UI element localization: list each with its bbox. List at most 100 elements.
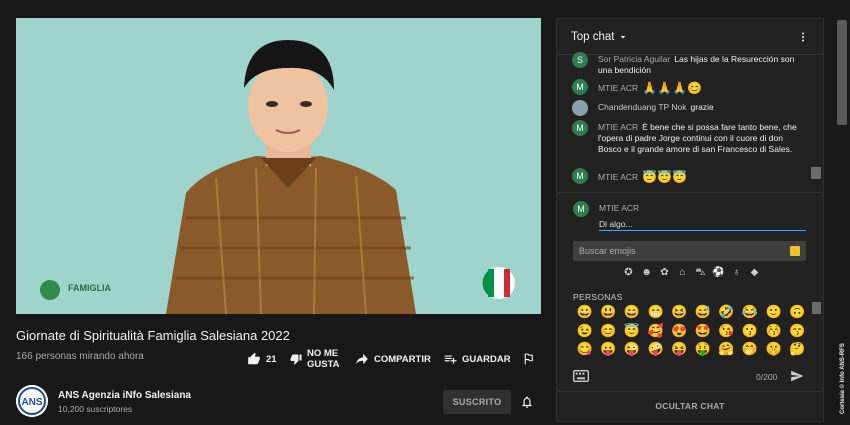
chat-text: 🙏🙏🙏😊 [642, 80, 702, 95]
bell-icon [522, 396, 532, 408]
emoji-option[interactable]: 😀 [573, 303, 597, 322]
chat-message: S Sor Patricia Aguilar Las hijas de la Re… [572, 52, 802, 76]
emoji-option[interactable]: 🙂 [762, 303, 786, 322]
video-logo-text: FAMIGLIA [68, 283, 111, 293]
dislike-button[interactable]: NO ME GUSTA [290, 348, 347, 370]
category-activities-icon[interactable]: ⚽ [712, 267, 725, 280]
more-options-icon[interactable] [797, 30, 809, 44]
emoji-option[interactable]: 😆 [667, 303, 691, 322]
chat-message: M MTIE ACR 😇😇😇 [572, 168, 802, 184]
emoji-option[interactable]: 🤪 [644, 340, 668, 359]
emoji-option[interactable]: 😜 [620, 340, 644, 359]
character-counter: 0/200 [756, 372, 778, 382]
subscribe-button[interactable]: SUSCRITO [443, 390, 511, 414]
compose-avatar: M [573, 201, 589, 217]
emoji-option[interactable]: 😛 [597, 340, 621, 359]
emoji-category-tabs: ✪ ☻ ✿ ⌂ ⛍ ⚽ ♁ ◆ [622, 267, 761, 280]
chat-author[interactable]: Chandenduang TP Nok [598, 102, 687, 112]
dislike-label: NO ME GUSTA [307, 348, 340, 370]
compose-author: MTIE ACR [599, 203, 640, 213]
thumbs-up-icon [248, 352, 260, 365]
emoji-option[interactable]: 😄 [620, 303, 644, 322]
emoji-option[interactable]: 😁 [644, 303, 668, 322]
share-label: COMPARTIR [374, 353, 431, 365]
category-objects-icon[interactable]: ♁ [730, 267, 743, 280]
flag-icon [524, 353, 533, 365]
image-credit: Cortesía © Info ANS-RFS [840, 343, 846, 414]
emoji-picker-icon[interactable] [790, 246, 800, 256]
chat-author[interactable]: MTIE ACR [598, 83, 638, 94]
emoji-option[interactable]: 🙃 [785, 303, 809, 322]
emoji-option[interactable]: 🤑 [691, 340, 715, 359]
channel-avatar[interactable]: ANS [16, 385, 48, 417]
chat-avatar: M [572, 168, 588, 184]
chat-author[interactable]: MTIE ACR [598, 122, 638, 132]
chat-message: M MTIE ACR È bene che si possa fare tanto… [572, 120, 802, 155]
emoji-option[interactable]: 😂 [738, 303, 762, 322]
emoji-option[interactable]: 🤩 [691, 322, 715, 341]
category-food-icon[interactable]: ⌂ [676, 267, 689, 280]
video-player[interactable]: FAMIGLIA [16, 18, 541, 314]
emoji-option[interactable]: 😇 [620, 322, 644, 341]
emoji-option[interactable]: 😝 [667, 340, 691, 359]
save-button[interactable]: GUARDAR [443, 352, 511, 366]
emoji-option[interactable]: 🤔 [785, 340, 809, 359]
emoji-category-label: PERSONAS [573, 292, 623, 302]
send-icon[interactable] [790, 369, 804, 383]
playlist-add-icon [444, 355, 457, 364]
emoji-option[interactable]: 😋 [573, 340, 597, 359]
category-people-icon[interactable]: ☻ [640, 267, 653, 280]
share-button[interactable]: COMPARTIR [355, 352, 431, 366]
emoji-option[interactable]: 😙 [785, 322, 809, 341]
emoji-option[interactable]: 🤫 [762, 340, 786, 359]
emoji-search-placeholder: Buscar emojis [579, 246, 636, 256]
chat-message: Chandenduang TP Nok grazie [572, 100, 802, 116]
hide-chat-button[interactable]: OCULTAR CHAT [557, 391, 823, 419]
chat-author[interactable]: MTIE ACR [598, 172, 638, 183]
emoji-option[interactable]: 😍 [667, 322, 691, 341]
chat-avatar: S [572, 52, 588, 68]
save-label: GUARDAR [462, 353, 511, 365]
chat-text: 😇😇😇 [642, 169, 687, 184]
category-symbols-icon[interactable]: ◆ [748, 267, 761, 280]
viewer-count: 166 personas mirando ahora [16, 351, 144, 362]
chat-avatar [572, 100, 588, 116]
chat-compose: M MTIE ACR [557, 192, 823, 242]
emoji-option[interactable]: 😗 [738, 322, 762, 341]
emoji-search-input[interactable]: Buscar emojis [573, 241, 806, 261]
notification-bell-button[interactable] [520, 394, 534, 415]
chat-avatar: M [572, 79, 588, 95]
category-nature-icon[interactable]: ✿ [658, 267, 671, 280]
emoji-option[interactable]: 😉 [573, 322, 597, 341]
page-scrollbar-thumb[interactable] [837, 20, 847, 125]
emoji-option[interactable]: 😚 [762, 322, 786, 341]
chevron-down-icon[interactable] [618, 32, 628, 42]
channel-avatar-text: ANS [21, 397, 42, 408]
chat-message-input[interactable] [599, 217, 806, 231]
category-recent-icon[interactable]: ✪ [622, 267, 635, 280]
chat-author[interactable]: Sor Patricia Aguilar [598, 54, 670, 64]
keyboard-icon[interactable] [573, 370, 589, 382]
emoji-option[interactable]: 🤣 [715, 303, 739, 322]
subscriber-count: 10,200 suscriptores [58, 404, 133, 414]
emoji-option[interactable]: 🤗 [715, 340, 739, 359]
emoji-option[interactable]: 😊 [597, 322, 621, 341]
emoji-option[interactable]: 😃 [597, 303, 621, 322]
category-travel-icon[interactable]: ⛍ [694, 267, 707, 280]
chat-scrollbar-thumb[interactable] [811, 167, 821, 179]
like-button[interactable]: 21 [247, 352, 277, 366]
video-frame [16, 18, 541, 314]
channel-name[interactable]: ANS Agenzia iNfo Salesiana [58, 390, 191, 401]
share-icon [356, 353, 368, 365]
video-title: Giornate di Spiritualità Famiglia Salesi… [16, 328, 290, 343]
thumbs-down-icon [290, 354, 302, 365]
emoji-option[interactable]: 🥰 [644, 322, 668, 341]
emoji-scrollbar-thumb[interactable] [812, 302, 821, 314]
report-button[interactable] [522, 352, 535, 366]
emoji-option[interactable]: 😘 [715, 322, 739, 341]
emoji-grid: 😀 😃 😄 😁 😆 😅 🤣 😂 🙂 🙃 😉 😊 😇 🥰 😍 🤩 😘 😗 😚 😙 😋 😛 😜 🤪 😝 🤑 🤗 🤭 🤫 🤔 [573, 303, 809, 359]
chat-text: grazie [690, 102, 714, 112]
emoji-option[interactable]: 🤭 [738, 340, 762, 359]
chat-mode-selector[interactable]: Top chat [571, 31, 614, 43]
emoji-option[interactable]: 😅 [691, 303, 715, 322]
